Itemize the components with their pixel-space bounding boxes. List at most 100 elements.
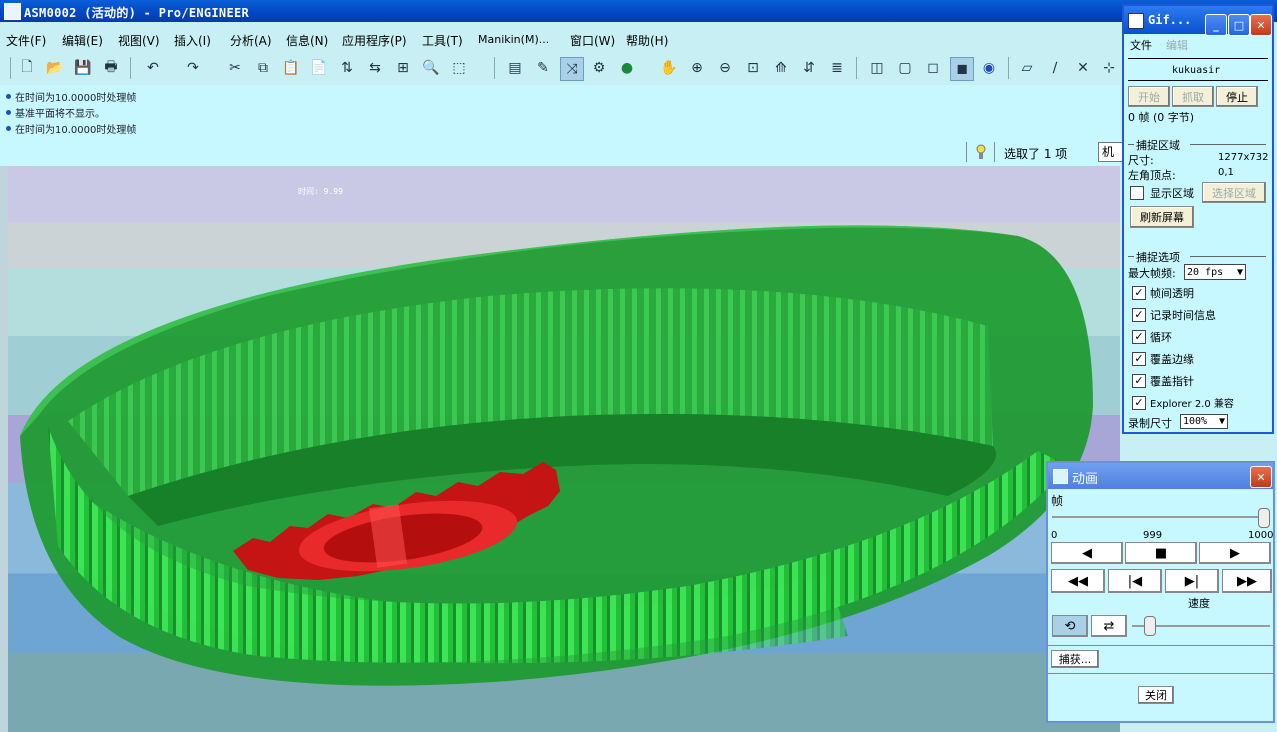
option-checkbox[interactable]: ✓ — [1132, 352, 1146, 366]
anim-close-button[interactable]: 关闭 — [1138, 686, 1174, 704]
print-icon[interactable]: 🖶 — [100, 57, 122, 79]
select-box-icon[interactable]: ⬚ — [448, 57, 470, 79]
csys-icon[interactable]: ⊹ — [1098, 57, 1120, 79]
redo-icon[interactable]: ↷ — [182, 57, 204, 79]
close-icon[interactable]: ✕ — [1250, 466, 1272, 488]
gif-menu-file[interactable]: 文件 — [1130, 37, 1152, 53]
paste-icon[interactable]: 📋 — [280, 57, 302, 79]
graphics-viewport[interactable]: 时间: 9.99 — [8, 166, 1120, 732]
option-checkbox[interactable]: ✓ — [1132, 330, 1146, 344]
color-sphere-icon[interactable]: ● — [616, 57, 638, 79]
menu-window[interactable]: 窗口(W) — [570, 32, 615, 49]
play-forward-button[interactable]: ▶ — [1199, 542, 1271, 564]
fast-forward-button[interactable]: ▶▶ — [1222, 569, 1272, 593]
bullet-icon — [6, 110, 11, 115]
zoom-in-icon[interactable]: ⊕ — [686, 57, 708, 79]
refit-icon[interactable]: ⊡ — [742, 57, 764, 79]
datum-plane-icon[interactable]: ▱ — [1016, 57, 1038, 79]
speed-slider-thumb[interactable] — [1144, 616, 1156, 636]
menu-help[interactable]: 帮助(H) — [626, 32, 668, 49]
record-size-value: 100% — [1183, 416, 1208, 427]
status-row: 选取了 1 项 机构 — [0, 137, 1126, 168]
model-display-icon[interactable]: ◉ — [978, 57, 1000, 79]
shading-icon[interactable]: ◼ — [950, 57, 974, 81]
pan-hand-icon[interactable]: ✋ — [658, 57, 680, 79]
wireframe-icon[interactable]: ◫ — [866, 57, 888, 79]
gif-start-button[interactable]: 开始 — [1128, 86, 1170, 107]
regenerate-icon[interactable]: ⇅ — [336, 57, 358, 79]
orient-icon[interactable]: ⟰ — [770, 57, 792, 79]
frame-current: 999 — [1143, 530, 1163, 541]
menu-view[interactable]: 视图(V) — [118, 32, 160, 49]
menu-insert[interactable]: 插入(I) — [174, 32, 211, 49]
option-checkbox[interactable]: ✓ — [1132, 286, 1146, 300]
layer-stack-icon[interactable]: ≣ — [826, 57, 848, 79]
saved-views-icon[interactable]: ⇵ — [798, 57, 820, 79]
corner-value: 0,1 — [1218, 167, 1234, 178]
undo-icon[interactable]: ↶ — [142, 57, 164, 79]
menu-manikin[interactable]: Manikin(M)... — [478, 33, 549, 46]
reverse-button[interactable]: ⇄ — [1091, 615, 1127, 637]
step-forward-button[interactable]: ▶| — [1165, 569, 1219, 593]
select-area-button[interactable]: 选择区域 — [1202, 182, 1266, 203]
layers-icon[interactable]: ▤ — [504, 57, 526, 79]
regen-manager-icon[interactable]: ⇆ — [364, 57, 386, 79]
gif-menu-edit[interactable]: 编辑 — [1166, 37, 1188, 53]
menu-bar: 文件(F) 编辑(E) 视图(V) 插入(I) 分析(A) 信息(N) 应用程序… — [0, 29, 1120, 51]
corner-label: 左角顶点: — [1128, 169, 1176, 182]
record-size-dropdown[interactable]: 100% ▼ — [1180, 414, 1228, 429]
paste-special-icon[interactable]: 📄 — [308, 57, 330, 79]
sketch-icon[interactable]: ✎ — [532, 57, 554, 79]
find-icon[interactable]: 🔍 — [420, 57, 442, 79]
frame-slider-track[interactable] — [1052, 516, 1268, 518]
max-fps-dropdown[interactable]: 20 fps ▼ — [1184, 264, 1246, 280]
minimize-icon[interactable]: _ — [1205, 14, 1227, 36]
refresh-screen-button[interactable]: 刷新屏幕 — [1130, 206, 1194, 228]
open-icon[interactable]: 📂 — [44, 57, 66, 79]
gif-grab-button[interactable]: 抓取 — [1172, 86, 1214, 107]
new-icon[interactable]: 🗋 — [16, 57, 38, 79]
copy-icon[interactable]: ⧉ — [252, 57, 274, 79]
close-icon[interactable]: ✕ — [1250, 14, 1272, 36]
rewind-button[interactable]: ◀◀ — [1051, 569, 1105, 593]
message-line: 基准平面将不显示。 — [6, 105, 105, 120]
hidden-line-icon[interactable]: ▢ — [894, 57, 916, 79]
maximize-icon[interactable]: □ — [1228, 14, 1250, 36]
tree-icon[interactable]: ⊞ — [392, 57, 414, 79]
light-bulb-icon[interactable] — [976, 143, 986, 161]
gif-panel-titlebar[interactable]: Gif... _ □ ✕ — [1124, 6, 1272, 36]
menu-file[interactable]: 文件(F) — [6, 32, 46, 49]
menu-analysis[interactable]: 分析(A) — [230, 32, 272, 49]
menu-edit[interactable]: 编辑(E) — [62, 32, 103, 49]
option-label: 覆盖边缘 — [1150, 353, 1194, 366]
option-checkbox[interactable]: ✓ — [1132, 396, 1146, 410]
message-area: 在时间为10.0000时处理帧 基准平面将不显示。 在时间为10.0000时处理… — [0, 85, 1120, 137]
gif-stop-button[interactable]: 停止 — [1216, 86, 1258, 107]
show-area-checkbox[interactable] — [1130, 186, 1144, 200]
play-backward-button[interactable]: ◀ — [1051, 542, 1123, 564]
play-backward-icon: ◀ — [1082, 545, 1092, 561]
capture-button[interactable]: 捕获... — [1051, 650, 1099, 668]
no-hidden-icon[interactable]: ◻ — [922, 57, 944, 79]
loop-button[interactable]: ⟲ — [1052, 615, 1088, 637]
anim-panel-titlebar[interactable]: 动画 ✕ — [1048, 463, 1273, 489]
animation-panel: 动画 ✕ 帧 0 999 1000 ◀ ■ ▶ ◀◀ |◀ ▶| ▶▶ 速度 ⟲… — [1046, 461, 1275, 723]
stop-button[interactable]: ■ — [1125, 542, 1197, 564]
datum-axis-icon[interactable]: ∕ — [1044, 57, 1066, 79]
main-titlebar[interactable]: ASM0002 (活动的) - Pro/ENGINEER — [0, 0, 1277, 22]
connect-icon[interactable]: ⤨ — [560, 57, 584, 81]
size-value: 1277x732 — [1218, 152, 1269, 163]
step-back-button[interactable]: |◀ — [1108, 569, 1162, 593]
zoom-out-icon[interactable]: ⊖ — [714, 57, 736, 79]
menu-info[interactable]: 信息(N) — [286, 32, 328, 49]
mechanism-icon[interactable]: ⚙ — [588, 57, 610, 79]
option-checkbox[interactable]: ✓ — [1132, 374, 1146, 388]
datum-point-icon[interactable]: ✕ — [1072, 57, 1094, 79]
frame-slider-thumb[interactable] — [1258, 508, 1270, 528]
cut-icon[interactable]: ✂ — [224, 57, 246, 79]
save-icon[interactable]: 💾 — [72, 57, 94, 79]
option-checkbox[interactable]: ✓ — [1132, 308, 1146, 322]
menu-applications[interactable]: 应用程序(P) — [342, 32, 407, 49]
gif-user-label: kukuasir — [1172, 65, 1221, 76]
menu-tools[interactable]: 工具(T) — [422, 32, 463, 49]
